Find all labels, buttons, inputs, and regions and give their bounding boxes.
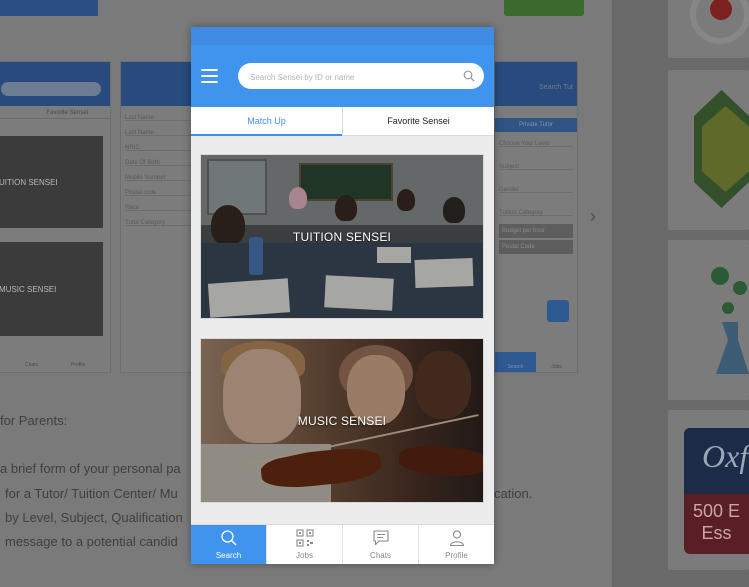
flask-icon bbox=[711, 267, 749, 374]
music-sensei-card[interactable]: MUSIC SENSEI bbox=[200, 338, 484, 503]
background-form-field: Race bbox=[125, 196, 197, 211]
background-text: message to a potential candid bbox=[5, 534, 178, 549]
background-form-field: Gender bbox=[499, 178, 573, 193]
background-phone-title: Search Tut bbox=[539, 84, 573, 91]
background-dark-field: Budget per hour bbox=[499, 224, 573, 238]
background-text: a brief form of your personal pa bbox=[0, 461, 181, 476]
background-form-field: Subject bbox=[499, 155, 573, 170]
background-text: for Parents: bbox=[0, 413, 68, 428]
background-ad: Oxf 500 E Ess bbox=[684, 428, 749, 554]
background-card-photo: UITION SENSEI bbox=[0, 136, 103, 228]
background-phone-left: Favorite Sensei UITION SENSEI MUSIC SENS… bbox=[0, 61, 111, 373]
background-form-field: NRIC bbox=[125, 136, 197, 151]
person-icon bbox=[449, 530, 464, 547]
background-form-field: Mobile Number bbox=[125, 166, 197, 181]
background-dark-field: Postal Code bbox=[499, 240, 573, 254]
chat-icon bbox=[372, 530, 389, 546]
background-highlight: Private Tutor bbox=[495, 118, 577, 132]
background-form-field: Date Of Birth bbox=[125, 151, 197, 166]
background-nav-label: Jobs bbox=[551, 364, 562, 370]
search-icon[interactable] bbox=[463, 70, 475, 82]
background-top-button bbox=[504, 0, 584, 16]
search-box[interactable] bbox=[238, 63, 484, 91]
app-header bbox=[191, 45, 494, 107]
nav-chats[interactable]: Chats bbox=[342, 525, 418, 564]
tuition-sensei-label: TUITION SENSEI bbox=[292, 229, 392, 244]
background-card-photo: MUSIC SENSEI bbox=[0, 242, 103, 336]
tab-bar: Match Up Favorite Sensei bbox=[191, 107, 494, 136]
background-form-field: Last Name bbox=[125, 121, 197, 136]
search-icon bbox=[220, 530, 236, 546]
background-phone-middle: Last Name Last Name NRIC Date Of Birth M… bbox=[120, 61, 202, 373]
background-phone-right: Search Tut Private Tutor Choose Your Lev… bbox=[494, 61, 578, 373]
background-form-field: Postal code bbox=[125, 181, 197, 196]
nav-search-label: Search bbox=[215, 551, 242, 560]
background-logo bbox=[547, 300, 569, 322]
background-mini-tab: Favorite Sensei bbox=[0, 106, 110, 119]
background-top-bar bbox=[0, 0, 98, 16]
nav-chats-label: Chats bbox=[370, 551, 391, 560]
background-card-label: MUSIC SENSEI bbox=[0, 285, 57, 295]
background-form-field: Choose Your Level bbox=[499, 132, 573, 147]
background-ad-line: Ess bbox=[701, 523, 732, 543]
nav-search[interactable]: Search bbox=[191, 525, 266, 564]
menu-icon[interactable] bbox=[201, 69, 218, 83]
qr-code-icon bbox=[295, 529, 314, 547]
status-bar bbox=[191, 27, 494, 45]
background-text: cation. bbox=[494, 486, 533, 501]
content-area: TUITION SENSEI MUSIC SENSEI bbox=[191, 136, 494, 525]
background-card-label: UITION SENSEI bbox=[0, 178, 58, 188]
background-ad-line: 500 E bbox=[692, 501, 741, 521]
background-ad-brand: Oxf bbox=[684, 428, 749, 494]
tab-match-up[interactable]: Match Up bbox=[191, 107, 342, 136]
chevron-right-icon[interactable]: › bbox=[590, 206, 596, 227]
search-input[interactable] bbox=[248, 63, 458, 91]
background-form-field: Last Name bbox=[125, 106, 197, 121]
nav-profile-label: Profile bbox=[445, 551, 468, 560]
background-text: by Level, Subject, Qualification bbox=[5, 510, 183, 525]
nav-jobs-label: Jobs bbox=[296, 551, 313, 560]
background-nav-label: Profile bbox=[71, 362, 86, 368]
background-form-field: Tutor Category bbox=[125, 211, 197, 226]
background-nav-label: Search bbox=[495, 352, 536, 372]
tab-favorite-sensei[interactable]: Favorite Sensei bbox=[342, 107, 494, 135]
bottom-nav: Search Jobs Chats Profile bbox=[191, 524, 494, 564]
tuition-sensei-card[interactable]: TUITION SENSEI bbox=[200, 154, 484, 319]
background-text: for a Tutor/ Tuition Center/ Mu bbox=[5, 486, 178, 501]
nav-profile[interactable]: Profile bbox=[418, 525, 494, 564]
background-form-field: Tuition Category bbox=[499, 201, 573, 216]
nav-jobs[interactable]: Jobs bbox=[266, 525, 342, 564]
background-nav-label: Chats bbox=[25, 362, 39, 368]
music-sensei-label: MUSIC SENSEI bbox=[297, 413, 387, 428]
app-modal: Match Up Favorite Sensei TUITION SENSEI bbox=[191, 27, 494, 564]
